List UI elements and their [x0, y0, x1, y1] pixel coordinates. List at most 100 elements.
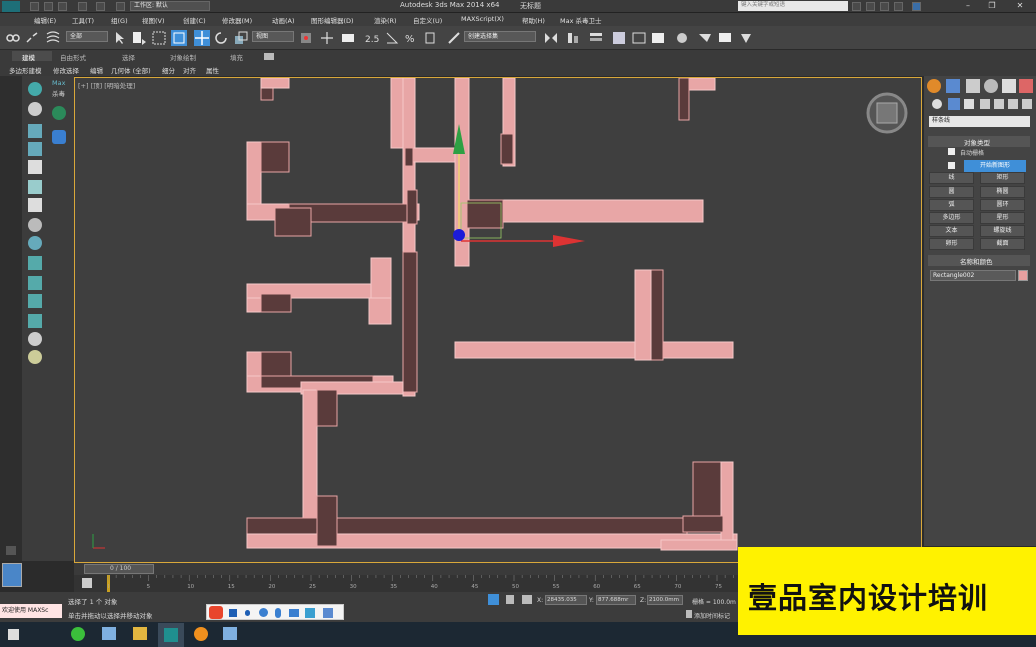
wall-segment[interactable]	[454, 341, 734, 359]
light-bulb-icon[interactable]	[28, 82, 42, 96]
helix-button[interactable]: 螺旋线	[980, 225, 1025, 237]
communication-icon[interactable]	[880, 2, 889, 11]
tab-freeform[interactable]: 自由形式	[60, 52, 86, 62]
start-new-shape-checkbox[interactable]	[948, 162, 955, 169]
select-and-move-icon[interactable]	[194, 30, 210, 46]
window-crossing-icon[interactable]	[171, 30, 187, 46]
selection-filter-dropdown[interactable]: 全部	[66, 31, 108, 42]
ribbon-edit[interactable]: 编辑	[90, 65, 103, 75]
cone-icon[interactable]	[28, 180, 42, 194]
wall-side-face[interactable]	[678, 78, 690, 121]
category-dropdown[interactable]: 样条线	[929, 116, 1030, 127]
help-icon[interactable]	[912, 2, 921, 11]
display-tab-icon[interactable]	[1002, 79, 1016, 93]
top-viewport[interactable]	[74, 77, 922, 563]
menu-edit[interactable]: 编辑(E)	[34, 15, 56, 25]
select-object-icon[interactable]	[112, 30, 128, 46]
move-gizmo[interactable]	[453, 124, 585, 247]
sun-icon[interactable]	[28, 102, 42, 116]
motion-tab-icon[interactable]	[984, 79, 998, 93]
z-coordinate-field[interactable]: 2100.0mm	[647, 595, 683, 605]
modify-tab-icon[interactable]	[946, 79, 960, 93]
redo-icon[interactable]	[96, 2, 105, 11]
target-icon[interactable]	[28, 256, 42, 270]
scene-canvas[interactable]	[75, 78, 922, 563]
maxscript-listener[interactable]: 欢迎使用 MAXSc	[0, 604, 62, 618]
wall-side-face[interactable]	[406, 189, 418, 225]
taskbar-app-360-icon[interactable]	[71, 627, 85, 641]
select-and-rotate-icon[interactable]	[213, 30, 229, 46]
book-icon[interactable]	[28, 160, 42, 174]
menu-animation[interactable]: 动画(A)	[272, 15, 295, 25]
section-button[interactable]: 截面	[980, 238, 1025, 250]
menu-group[interactable]: 组(G)	[111, 15, 128, 25]
wall-segment[interactable]	[468, 199, 704, 223]
y-coordinate-field[interactable]: 877.688mr	[596, 595, 636, 605]
rectangle-button[interactable]: 矩形	[980, 172, 1025, 184]
ribbon-options-icon[interactable]	[264, 53, 274, 60]
frame-icon[interactable]	[28, 276, 42, 290]
align-icon[interactable]	[565, 30, 581, 46]
wall-side-face[interactable]	[682, 515, 724, 533]
donut-button[interactable]: 圆环	[980, 199, 1025, 211]
tab-object-paint[interactable]: 对象绘制	[170, 52, 196, 62]
shield-icon[interactable]	[52, 130, 66, 144]
ime-voice-icon[interactable]	[275, 608, 281, 618]
wall-segment[interactable]	[634, 269, 652, 361]
wall-segment[interactable]	[260, 78, 290, 89]
material-editor-icon[interactable]	[674, 30, 690, 46]
lights-icon[interactable]	[964, 99, 974, 109]
render-production-icon[interactable]	[738, 30, 754, 46]
freeform-icon[interactable]	[28, 124, 42, 138]
wall-side-face[interactable]	[404, 147, 414, 167]
light-icon[interactable]	[28, 350, 42, 364]
menu-modifiers[interactable]: 修改器(M)	[222, 15, 252, 25]
wall-side-face[interactable]	[316, 389, 338, 427]
save-file-icon[interactable]	[58, 2, 67, 11]
wall-segment[interactable]	[368, 297, 392, 325]
star-button[interactable]: 星形	[980, 212, 1025, 224]
scene-explorer-icon[interactable]	[611, 30, 627, 46]
wall-segment[interactable]	[370, 257, 392, 299]
menu-max-antivirus[interactable]: Max 杀毒卫士	[560, 15, 602, 25]
favorites-icon[interactable]	[894, 2, 903, 11]
x-coordinate-field[interactable]: 28435.035	[545, 595, 587, 605]
space-warps-icon[interactable]	[1008, 99, 1018, 109]
ime-toolbar[interactable]	[206, 604, 344, 620]
cameras-icon[interactable]	[980, 99, 990, 109]
ribbon-toggle-icon[interactable]	[631, 30, 647, 46]
undo-icon[interactable]	[78, 2, 87, 11]
wall-side-face[interactable]	[260, 351, 292, 377]
wall-side-face[interactable]	[260, 293, 292, 313]
snaps-toggle-icon[interactable]: 2.5	[364, 30, 380, 46]
reference-coordinate-dropdown[interactable]: 视图	[252, 31, 294, 42]
taskbar-app-pc-icon[interactable]	[102, 627, 116, 640]
paint-icon[interactable]	[28, 142, 42, 156]
manipulate-icon[interactable]	[319, 30, 335, 46]
curve-editor-icon[interactable]	[650, 30, 666, 46]
select-and-scale-icon[interactable]	[233, 30, 249, 46]
search-icon[interactable]	[852, 2, 861, 11]
wall-side-face[interactable]	[274, 207, 312, 237]
absolute-mode-icon[interactable]	[522, 595, 532, 604]
wall-side-face[interactable]	[316, 495, 338, 547]
ribbon-polygon-modeling[interactable]: 多边形建模	[9, 65, 42, 75]
hierarchy-tab-icon[interactable]	[966, 79, 980, 93]
hold-icon[interactable]	[116, 2, 125, 11]
line-button[interactable]: 线	[929, 172, 974, 184]
windows-start-icon[interactable]	[8, 629, 19, 640]
ime-toolbox-icon[interactable]	[323, 608, 333, 618]
taskbar-app-photo-icon[interactable]	[223, 627, 237, 640]
mirror-icon[interactable]	[543, 30, 559, 46]
blocks-icon[interactable]	[28, 294, 42, 308]
menu-tools[interactable]: 工具(T)	[72, 15, 94, 25]
helpers-icon[interactable]	[994, 99, 1004, 109]
menu-views[interactable]: 视图(V)	[142, 15, 165, 25]
ellipse-button[interactable]: 椭圆	[980, 186, 1025, 198]
ime-keyboard-icon[interactable]	[289, 609, 299, 617]
systems-icon[interactable]	[1022, 99, 1032, 109]
object-name-field[interactable]: Rectangle002	[930, 270, 1016, 281]
rectangular-selection-icon[interactable]	[151, 30, 167, 46]
menu-rendering[interactable]: 渲染(R)	[374, 15, 397, 25]
ime-skin-icon[interactable]	[305, 608, 315, 618]
